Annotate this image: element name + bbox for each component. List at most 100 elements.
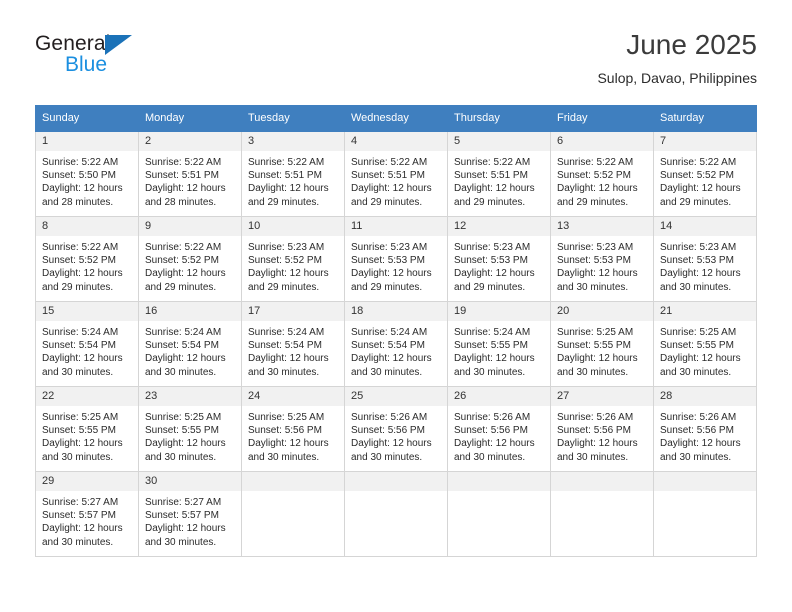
- day-details: Sunrise: 5:22 AM Sunset: 5:52 PM Daylight:…: [36, 236, 138, 294]
- day-details: [551, 491, 653, 496]
- calendar-day-cell[interactable]: 27 Sunrise: 5:26 AM Sunset: 5:56 PM Dayligh…: [550, 386, 654, 472]
- day-details: Sunrise: 5:26 AM Sunset: 5:56 PM Daylight:…: [654, 406, 756, 464]
- day-number: 25: [345, 387, 447, 406]
- calendar-day-cell[interactable]: 29 Sunrise: 5:27 AM Sunset: 5:57 PM Dayligh…: [35, 471, 139, 557]
- calendar-day-cell[interactable]: 2 Sunrise: 5:22 AM Sunset: 5:51 PM Daylight…: [138, 131, 242, 217]
- daylight-text: Daylight: 12 hours: [351, 438, 432, 450]
- daylight-text: Daylight: 12 hours: [557, 353, 638, 365]
- sunrise-text: Sunrise: 5:24 AM: [351, 327, 428, 338]
- sunrise-text: Sunrise: 5:24 AM: [248, 327, 325, 338]
- calendar-day-cell[interactable]: 25 Sunrise: 5:26 AM Sunset: 5:56 PM Dayligh…: [344, 386, 448, 472]
- daylight-text: Daylight: 12 hours: [660, 183, 741, 195]
- daylight-text: and 30 minutes.: [660, 366, 732, 378]
- page-subtitle-location: Sulop, Davao, Philippines: [597, 70, 757, 86]
- calendar-day-cell[interactable]: 17 Sunrise: 5:24 AM Sunset: 5:54 PM Dayligh…: [241, 301, 345, 387]
- calendar-day-cell[interactable]: 14 Sunrise: 5:23 AM Sunset: 5:53 PM Dayligh…: [653, 216, 757, 302]
- daylight-text: Daylight: 12 hours: [660, 353, 741, 365]
- day-details: [242, 491, 344, 496]
- day-number: 7: [654, 132, 756, 151]
- daylight-text: Daylight: 12 hours: [145, 438, 226, 450]
- calendar-day-cell[interactable]: 11 Sunrise: 5:23 AM Sunset: 5:53 PM Dayligh…: [344, 216, 448, 302]
- day-details: Sunrise: 5:22 AM Sunset: 5:52 PM Daylight:…: [654, 151, 756, 209]
- daylight-text: Daylight: 12 hours: [351, 183, 432, 195]
- sunrise-text: Sunrise: 5:25 AM: [248, 412, 325, 423]
- day-number: 26: [448, 387, 550, 406]
- calendar-cell-empty: [241, 471, 345, 557]
- day-number: 1: [36, 132, 138, 151]
- calendar-day-cell[interactable]: 9 Sunrise: 5:22 AM Sunset: 5:52 PM Daylight…: [138, 216, 242, 302]
- calendar-day-cell[interactable]: 19 Sunrise: 5:24 AM Sunset: 5:55 PM Dayligh…: [447, 301, 551, 387]
- sunrise-text: Sunrise: 5:25 AM: [557, 327, 634, 338]
- day-details: Sunrise: 5:22 AM Sunset: 5:51 PM Daylight:…: [242, 151, 344, 209]
- daylight-text: and 29 minutes.: [248, 196, 320, 208]
- calendar-day-cell[interactable]: 28 Sunrise: 5:26 AM Sunset: 5:56 PM Dayligh…: [653, 386, 757, 472]
- sunset-text: Sunset: 5:57 PM: [42, 510, 116, 522]
- day-number: 4: [345, 132, 447, 151]
- daylight-text: and 30 minutes.: [145, 451, 217, 463]
- daylight-text: Daylight: 12 hours: [145, 353, 226, 365]
- day-number: [448, 472, 550, 491]
- calendar-day-cell[interactable]: 20 Sunrise: 5:25 AM Sunset: 5:55 PM Dayligh…: [550, 301, 654, 387]
- calendar-cell-empty: [653, 471, 757, 557]
- calendar-day-cell[interactable]: 23 Sunrise: 5:25 AM Sunset: 5:55 PM Dayligh…: [138, 386, 242, 472]
- day-number: 19: [448, 302, 550, 321]
- day-details: [448, 491, 550, 496]
- calendar-day-cell[interactable]: 26 Sunrise: 5:26 AM Sunset: 5:56 PM Dayligh…: [447, 386, 551, 472]
- daylight-text: and 29 minutes.: [145, 281, 217, 293]
- sunset-text: Sunset: 5:52 PM: [42, 255, 116, 267]
- day-number: 21: [654, 302, 756, 321]
- column-header-saturday: Saturday: [653, 105, 757, 132]
- daylight-text: and 28 minutes.: [42, 196, 114, 208]
- day-number: 5: [448, 132, 550, 151]
- calendar-day-cell[interactable]: 8 Sunrise: 5:22 AM Sunset: 5:52 PM Daylight…: [35, 216, 139, 302]
- calendar-day-cell[interactable]: 1 Sunrise: 5:22 AM Sunset: 5:50 PM Daylight…: [35, 131, 139, 217]
- day-details: Sunrise: 5:22 AM Sunset: 5:50 PM Daylight:…: [36, 151, 138, 209]
- calendar-day-cell[interactable]: 3 Sunrise: 5:22 AM Sunset: 5:51 PM Daylight…: [241, 131, 345, 217]
- sunset-text: Sunset: 5:55 PM: [660, 340, 734, 352]
- calendar-day-cell[interactable]: 7 Sunrise: 5:22 AM Sunset: 5:52 PM Daylight…: [653, 131, 757, 217]
- sunset-text: Sunset: 5:52 PM: [557, 170, 631, 182]
- calendar-day-cell[interactable]: 30 Sunrise: 5:27 AM Sunset: 5:57 PM Dayligh…: [138, 471, 242, 557]
- calendar-day-cell[interactable]: 6 Sunrise: 5:22 AM Sunset: 5:52 PM Daylight…: [550, 131, 654, 217]
- daylight-text: and 30 minutes.: [351, 451, 423, 463]
- sunset-text: Sunset: 5:54 PM: [42, 340, 116, 352]
- calendar-day-cell[interactable]: 22 Sunrise: 5:25 AM Sunset: 5:55 PM Dayligh…: [35, 386, 139, 472]
- daylight-text: and 29 minutes.: [351, 281, 423, 293]
- calendar-day-cell[interactable]: 13 Sunrise: 5:23 AM Sunset: 5:53 PM Dayligh…: [550, 216, 654, 302]
- daylight-text: Daylight: 12 hours: [454, 438, 535, 450]
- day-number: 20: [551, 302, 653, 321]
- calendar-day-cell[interactable]: 16 Sunrise: 5:24 AM Sunset: 5:54 PM Dayligh…: [138, 301, 242, 387]
- day-number: [345, 472, 447, 491]
- calendar-week-row: 1 Sunrise: 5:22 AM Sunset: 5:50 PM Daylight…: [35, 131, 757, 217]
- sunset-text: Sunset: 5:53 PM: [351, 255, 425, 267]
- day-number: 2: [139, 132, 241, 151]
- sunrise-text: Sunrise: 5:25 AM: [660, 327, 737, 338]
- calendar-day-cell[interactable]: 18 Sunrise: 5:24 AM Sunset: 5:54 PM Dayligh…: [344, 301, 448, 387]
- calendar-day-cell[interactable]: 12 Sunrise: 5:23 AM Sunset: 5:53 PM Dayligh…: [447, 216, 551, 302]
- sunrise-text: Sunrise: 5:26 AM: [660, 412, 737, 423]
- day-details: Sunrise: 5:23 AM Sunset: 5:53 PM Daylight:…: [654, 236, 756, 294]
- calendar-day-cell[interactable]: 24 Sunrise: 5:25 AM Sunset: 5:56 PM Dayligh…: [241, 386, 345, 472]
- calendar-day-cell[interactable]: 21 Sunrise: 5:25 AM Sunset: 5:55 PM Dayligh…: [653, 301, 757, 387]
- calendar-day-cell[interactable]: 5 Sunrise: 5:22 AM Sunset: 5:51 PM Daylight…: [447, 131, 551, 217]
- logo-text-blue: Blue: [65, 53, 108, 76]
- calendar-cell-empty: [550, 471, 654, 557]
- general-blue-logo[interactable]: General Blue: [35, 32, 215, 80]
- day-details: Sunrise: 5:27 AM Sunset: 5:57 PM Daylight:…: [36, 491, 138, 549]
- day-number: 10: [242, 217, 344, 236]
- sunset-text: Sunset: 5:51 PM: [454, 170, 528, 182]
- column-header-thursday: Thursday: [447, 105, 551, 132]
- sunset-text: Sunset: 5:54 PM: [248, 340, 322, 352]
- day-details: Sunrise: 5:24 AM Sunset: 5:54 PM Daylight:…: [139, 321, 241, 379]
- calendar-day-cell[interactable]: 15 Sunrise: 5:24 AM Sunset: 5:54 PM Dayligh…: [35, 301, 139, 387]
- daylight-text: and 30 minutes.: [557, 366, 629, 378]
- daylight-text: and 29 minutes.: [454, 196, 526, 208]
- calendar-day-cell[interactable]: 4 Sunrise: 5:22 AM Sunset: 5:51 PM Daylight…: [344, 131, 448, 217]
- daylight-text: Daylight: 12 hours: [248, 183, 329, 195]
- calendar-day-cell[interactable]: 10 Sunrise: 5:23 AM Sunset: 5:52 PM Dayligh…: [241, 216, 345, 302]
- sunrise-text: Sunrise: 5:22 AM: [145, 157, 222, 168]
- daylight-text: and 30 minutes.: [557, 281, 629, 293]
- sunset-text: Sunset: 5:50 PM: [42, 170, 116, 182]
- day-details: Sunrise: 5:23 AM Sunset: 5:53 PM Daylight:…: [551, 236, 653, 294]
- daylight-text: and 30 minutes.: [248, 451, 320, 463]
